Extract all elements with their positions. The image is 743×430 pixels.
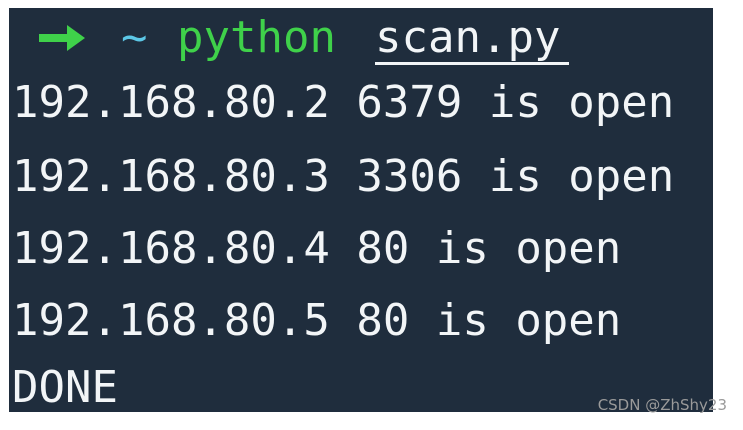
output-line: 192.168.80.4 80 is open bbox=[12, 223, 622, 274]
prompt-cwd: ~ bbox=[121, 12, 148, 63]
command-name: python bbox=[177, 12, 336, 63]
argument-underline bbox=[375, 62, 569, 65]
output-line: 192.168.80.2 6379 is open bbox=[12, 77, 675, 128]
page: ~ python scan.py 192.168.80.2 6379 is op… bbox=[0, 0, 743, 430]
prompt-line: ~ python scan.py bbox=[37, 8, 569, 74]
output-line-done: DONE bbox=[12, 362, 118, 412]
terminal-window[interactable]: ~ python scan.py 192.168.80.2 6379 is op… bbox=[9, 8, 713, 412]
watermark: CSDN @ZhShy23 bbox=[597, 396, 727, 414]
output-line: 192.168.80.5 80 is open bbox=[12, 295, 622, 346]
output-line: 192.168.80.3 3306 is open bbox=[12, 151, 675, 202]
right-arrow-icon bbox=[39, 25, 85, 51]
